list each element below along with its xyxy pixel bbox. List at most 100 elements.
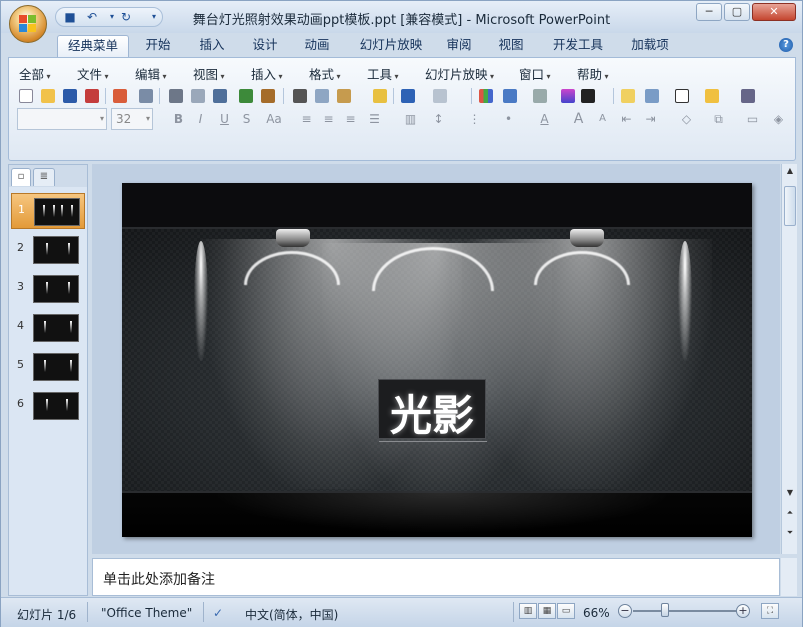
help-icon[interactable]: ? — [779, 38, 793, 52]
copy-icon[interactable] — [313, 87, 331, 105]
tab-design[interactable]: 设计 — [244, 35, 286, 57]
shapes-icon[interactable]: ◇ — [677, 110, 696, 128]
menu-edit[interactable]: 编辑 — [135, 64, 167, 83]
tab-slideshow[interactable]: 幻灯片放映 — [351, 35, 431, 57]
fill-icon[interactable]: ◈ — [769, 110, 788, 128]
align-right-icon[interactable]: ≡ — [341, 110, 360, 128]
paste-icon[interactable] — [335, 87, 353, 105]
arrange-icon[interactable]: ⧉ — [709, 110, 728, 128]
open-icon[interactable] — [39, 87, 57, 105]
layout-icon[interactable] — [643, 87, 661, 105]
email-icon[interactable] — [111, 87, 129, 105]
theme-name[interactable]: "Office Theme" — [101, 606, 192, 620]
menu-view[interactable]: 视图 — [193, 64, 225, 83]
bullets-icon[interactable]: • — [499, 110, 518, 128]
slide-layout-icon[interactable] — [579, 87, 597, 105]
new-icon[interactable] — [17, 87, 35, 105]
zoom-level[interactable]: 66% — [583, 606, 610, 620]
menu-window[interactable]: 窗口 — [519, 64, 551, 83]
slides-tab[interactable]: ▫ — [11, 168, 31, 186]
line-spacing-icon[interactable]: ↕ — [429, 110, 448, 128]
permission-icon[interactable] — [83, 87, 101, 105]
minimize-button[interactable]: ─ — [696, 3, 722, 21]
undo-toolbar-icon[interactable] — [399, 87, 417, 105]
folder-icon[interactable] — [703, 87, 721, 105]
zoom-in-button[interactable]: + — [736, 604, 750, 618]
redo-toolbar-icon[interactable] — [431, 87, 449, 105]
align-center-icon[interactable]: ≡ — [319, 110, 338, 128]
fit-to-window-icon[interactable]: ⛶ — [761, 603, 779, 619]
print-icon[interactable] — [167, 87, 185, 105]
grow-font-button[interactable]: A — [569, 110, 588, 128]
publish-icon[interactable] — [137, 87, 155, 105]
outline-tab[interactable]: ≣ — [33, 168, 55, 186]
menu-all[interactable]: 全部 — [19, 64, 51, 83]
cut-icon[interactable] — [291, 87, 309, 105]
tab-developer[interactable]: 开发工具 — [544, 35, 612, 57]
notes-pane[interactable]: 单击此处添加备注 — [92, 558, 780, 596]
decrease-indent-icon[interactable]: ⇤ — [617, 110, 636, 128]
font-color-button[interactable]: A — [535, 110, 554, 128]
menu-tools[interactable]: 工具 — [367, 64, 399, 83]
align-left-icon[interactable]: ≡ — [297, 110, 316, 128]
shrink-font-button[interactable]: A — [593, 110, 612, 128]
chart-icon[interactable] — [477, 87, 495, 105]
menu-slideshow[interactable]: 幻灯片放映 — [425, 64, 494, 83]
maximize-button[interactable]: ▢ — [724, 3, 750, 21]
menu-insert[interactable]: 插入 — [251, 64, 283, 83]
zoom-out-button[interactable]: − — [618, 604, 632, 618]
italic-button[interactable]: I — [191, 110, 210, 128]
close-button[interactable]: ✕ — [752, 3, 796, 21]
slide-thumbnail[interactable]: 4 — [11, 310, 85, 346]
format-painter-icon[interactable] — [371, 87, 389, 105]
columns-icon[interactable]: ▥ — [401, 110, 420, 128]
tab-insert[interactable]: 插入 — [191, 35, 233, 57]
zoom-slider-handle[interactable] — [661, 603, 669, 617]
slide-thumbnail[interactable]: 1 — [11, 193, 85, 229]
vertical-scrollbar[interactable]: ▲ ▼ ⏶ ⏷ — [781, 164, 797, 554]
shadow-button[interactable]: S — [237, 110, 256, 128]
slideshow-view-button[interactable]: ▭ — [557, 603, 575, 619]
find-icon[interactable] — [739, 87, 757, 105]
table-icon[interactable] — [501, 87, 519, 105]
quick-styles-icon[interactable]: ▭ — [743, 110, 762, 128]
numbering-icon[interactable]: ⋮ — [465, 110, 484, 128]
scroll-down-icon[interactable]: ▼ — [784, 488, 796, 497]
tab-review[interactable]: 审阅 — [438, 35, 480, 57]
font-size-box[interactable]: 32 ▾ — [111, 108, 153, 130]
underline-button[interactable]: U — [215, 110, 234, 128]
research-icon[interactable] — [259, 87, 277, 105]
save-file-icon[interactable] — [61, 87, 79, 105]
font-name-box[interactable]: ▾ — [17, 108, 107, 130]
slide-thumbnail[interactable]: 3 — [11, 271, 85, 307]
tab-addins[interactable]: 加载项 — [623, 35, 677, 57]
current-slide[interactable]: 光影 — [122, 183, 752, 537]
menu-format[interactable]: 格式 — [309, 64, 341, 83]
new-slide-icon[interactable] — [619, 87, 637, 105]
menu-file[interactable]: 文件 — [77, 64, 109, 83]
notes-scrollbar[interactable] — [781, 558, 797, 596]
previous-slide-icon[interactable]: ⏶ — [784, 508, 796, 518]
slide-title-box[interactable]: 光影 — [378, 379, 487, 442]
slide-thumbnail[interactable]: 5 — [11, 349, 85, 385]
zoom-slider[interactable] — [633, 610, 737, 612]
tab-classic-menu[interactable]: 经典菜单 — [57, 35, 129, 57]
next-slide-icon[interactable]: ⏷ — [784, 528, 796, 538]
spell-check-icon[interactable]: ✓ — [213, 606, 223, 620]
tab-view[interactable]: 视图 — [490, 35, 532, 57]
language-indicator[interactable]: 中文(简体，中国) — [245, 606, 338, 623]
change-case-button[interactable]: Aa — [261, 110, 287, 128]
spelling-icon[interactable] — [237, 87, 255, 105]
increase-indent-icon[interactable]: ⇥ — [641, 110, 660, 128]
grayscale-icon[interactable] — [211, 87, 229, 105]
bold-button[interactable]: B — [169, 110, 188, 128]
scroll-thumb[interactable] — [784, 186, 796, 226]
office-button[interactable] — [9, 5, 47, 43]
tab-animation[interactable]: 动画 — [296, 35, 338, 57]
scroll-up-icon[interactable]: ▲ — [784, 166, 796, 175]
tab-home[interactable]: 开始 — [137, 35, 179, 57]
color-scheme-icon[interactable] — [559, 87, 577, 105]
color-grayscale-icon[interactable] — [531, 87, 549, 105]
slide-thumbnail[interactable]: 2 — [11, 232, 85, 268]
justify-icon[interactable]: ☰ — [365, 110, 384, 128]
